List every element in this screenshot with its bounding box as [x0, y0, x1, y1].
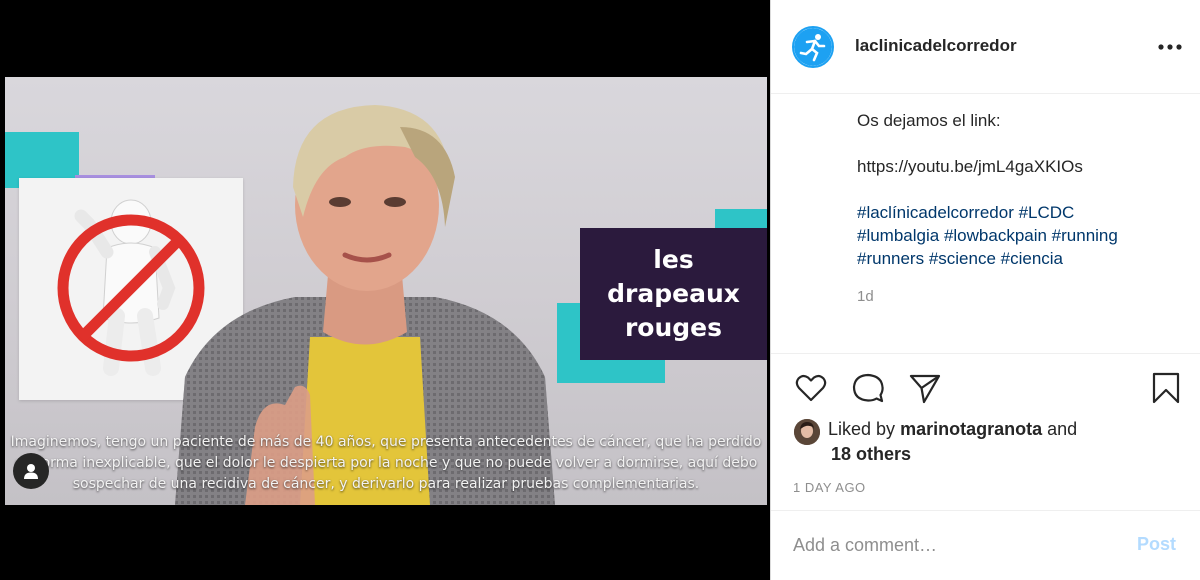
comment-button[interactable] [851, 371, 885, 405]
share-icon [909, 374, 941, 404]
profile-avatar[interactable] [792, 26, 834, 68]
post-panel: laclinicadelcorredor Os dejamos el link:… [770, 0, 1200, 580]
hashtag-line[interactable]: #lumbalgia #lowbackpain #running [857, 224, 1187, 247]
user-icon [24, 464, 38, 479]
save-button[interactable] [1149, 371, 1183, 405]
like-button[interactable] [794, 371, 828, 405]
liked-others-link[interactable]: 18 others [831, 444, 911, 464]
comment-icon [852, 373, 884, 403]
liked-others: 18 others [831, 444, 911, 465]
hashtag-line[interactable]: #laclínicadelcorredor #LCDC [857, 201, 1187, 224]
video-frame[interactable]: les drapeaux rouges Imaginemos, tengo un… [5, 77, 767, 505]
liked-and: and [1047, 419, 1078, 439]
hashtag-line[interactable]: #runners #science #ciencia [857, 247, 1187, 270]
bookmark-icon [1152, 372, 1180, 404]
post-caption: Os dejamos el link: https://youtu.be/jmL… [857, 109, 1187, 270]
overlay-line: drapeaux [607, 279, 740, 308]
post-comment-button[interactable]: Post [1137, 534, 1176, 555]
more-options-button[interactable] [1155, 36, 1185, 58]
heart-icon [795, 374, 827, 402]
video-subtitle: Imaginemos, tengo un paciente de más de … [10, 434, 762, 492]
media-area: les drapeaux rouges Imaginemos, tengo un… [0, 0, 770, 580]
post-date: 1 DAY AGO [793, 480, 866, 495]
overlay-line: les [653, 245, 694, 274]
share-button[interactable] [908, 371, 942, 405]
avatar [794, 419, 820, 445]
post-username[interactable]: laclinicadelcorredor [855, 36, 1017, 56]
liker-avatar[interactable] [794, 419, 820, 445]
caption-link[interactable]: https://youtu.be/jmL4gaXKIOs [857, 155, 1187, 178]
caption-text: Os dejamos el link: [857, 111, 1001, 130]
liked-by-text: Liked by marinotagranota and [828, 419, 1077, 440]
comment-input[interactable] [793, 530, 1123, 560]
overlay-line: rouges [624, 313, 723, 342]
divider [771, 353, 1200, 354]
liked-prefix: Liked by [828, 419, 896, 439]
red-flags-overlay: les drapeaux rouges [580, 228, 767, 360]
more-horizontal-icon [1158, 44, 1182, 50]
runner-logo-icon [794, 28, 832, 66]
liker-username[interactable]: marinotagranota [900, 419, 1042, 439]
tagged-people-button[interactable] [13, 453, 49, 489]
post-header: laclinicadelcorredor [771, 0, 1200, 94]
caption-timestamp: 1d [857, 288, 874, 305]
divider [771, 510, 1200, 511]
